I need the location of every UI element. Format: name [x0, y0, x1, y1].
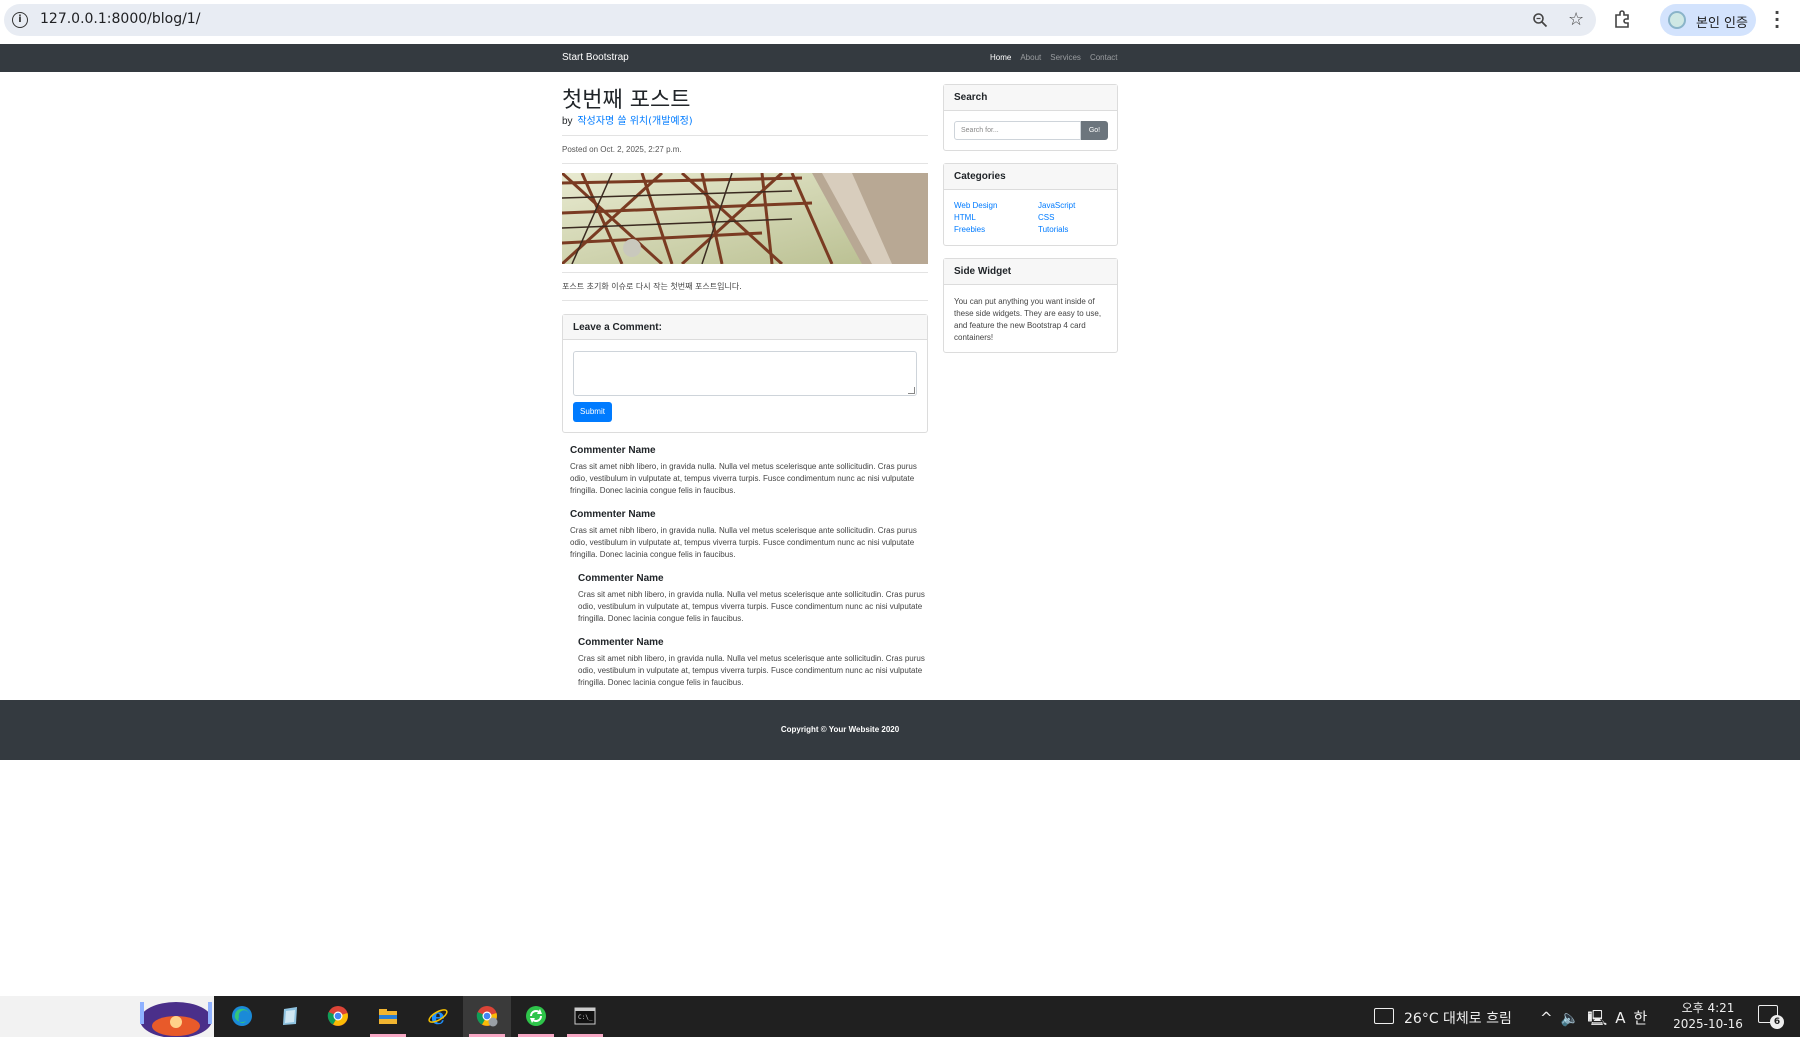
svg-text:e: e	[431, 1005, 445, 1027]
clock-date: 2025-10-16	[1673, 1017, 1743, 1031]
nav-link-services[interactable]: Services	[1050, 53, 1081, 62]
folder-icon	[379, 1009, 397, 1024]
author-link[interactable]: 작성자명 쓸 위치(개발예정)	[577, 116, 692, 127]
volume-icon[interactable]: 🔈	[1561, 1009, 1580, 1027]
taskbar-file-explorer[interactable]	[364, 996, 412, 1037]
terminal-icon: C:\_	[574, 1007, 596, 1025]
zoom-icon[interactable]	[1532, 12, 1548, 28]
comment-text: Cras sit amet nibh libero, in gravida nu…	[578, 590, 925, 623]
commenter-name: Commenter Name	[578, 573, 664, 584]
taskbar-edge[interactable]	[218, 996, 266, 1037]
comment-form-card: Leave a Comment: Submit	[562, 314, 928, 433]
search-input[interactable]: Search for...	[954, 121, 1081, 140]
nav-link-contact[interactable]: Contact	[1090, 53, 1118, 62]
refresh-app-icon	[526, 1006, 546, 1026]
post-body: 포스트 초기화 이슈로 다시 작는 첫번째 포스트입니다.	[562, 282, 742, 291]
address-bar[interactable]: i 127.0.0.1:8000/blog/1/ ☆	[4, 4, 1596, 36]
submit-button[interactable]: Submit	[573, 402, 612, 422]
ime-indicator[interactable]: 한	[1634, 1009, 1648, 1027]
search-widget-header: Search	[944, 85, 1117, 111]
post-date: Posted on Oct. 2, 2025, 2:27 p.m.	[562, 145, 682, 154]
network-icon[interactable]: 🖳	[1587, 1009, 1607, 1027]
comment-form-header: Leave a Comment:	[563, 315, 927, 340]
profile-label: 본인 인증	[1696, 16, 1748, 31]
chrome-profile-icon	[476, 1006, 498, 1027]
info-icon[interactable]: i	[12, 12, 28, 28]
categories-widget-header: Categories	[944, 164, 1117, 190]
taskbar-chrome-active[interactable]	[463, 996, 511, 1037]
category-list-left: Web Design HTML Freebies	[954, 200, 997, 236]
nav-link-about[interactable]: About	[1020, 53, 1041, 62]
comment-text: Cras sit amet nibh libero, in gravida nu…	[570, 526, 917, 559]
comment-item: Commenter Name Cras sit amet nibh libero…	[570, 509, 920, 561]
search-go-button[interactable]: Go!	[1081, 121, 1108, 140]
categories-widget: Categories Web Design HTML Freebies Java…	[943, 163, 1118, 246]
divider	[562, 163, 928, 164]
commenter-name: Commenter Name	[570, 509, 656, 520]
nav-link-home[interactable]: Home	[990, 53, 1011, 62]
address-url[interactable]: 127.0.0.1:8000/blog/1/	[40, 11, 200, 27]
category-list-right: JavaScript CSS Tutorials	[1038, 200, 1075, 236]
category-link-html[interactable]: HTML	[954, 212, 997, 224]
notepad-icon	[283, 1007, 297, 1025]
system-tray: ^ 🔈 🖳 A 한	[1540, 1007, 1655, 1033]
tray-chevron-icon[interactable]: ^	[1540, 1009, 1553, 1027]
windows-taskbar: e C:\_ 26°C 대체로 흐림 ^ 🔈 🖳 A 한 오후 4:21 202…	[0, 996, 1800, 1037]
taskbar-notepad[interactable]	[266, 996, 314, 1037]
taskbar-refresh-app[interactable]	[512, 996, 560, 1037]
extensions-icon[interactable]	[1612, 9, 1632, 29]
category-link-freebies[interactable]: Freebies	[954, 224, 997, 236]
site-footer: Copyright © Your Website 2020	[0, 700, 1800, 760]
search-widget: Search Search for... Go!	[943, 84, 1118, 151]
menu-kebab-icon[interactable]: · · ·	[1774, 5, 1780, 35]
taskbar-clock[interactable]: 오후 4:21 2025-10-16	[1668, 1000, 1748, 1032]
profile-avatar	[1668, 11, 1686, 29]
comment-reply-item: Commenter Name Cras sit amet nibh libero…	[578, 637, 928, 689]
byline-prefix: by	[562, 116, 573, 127]
comment-text: Cras sit amet nibh libero, in gravida nu…	[578, 654, 925, 687]
divider	[562, 272, 928, 273]
browser-toolbar: i 127.0.0.1:8000/blog/1/ ☆ 본인 인증 · · ·	[0, 0, 1800, 40]
taskbar-weather[interactable]: 26°C 대체로 흐림	[1404, 1008, 1512, 1028]
post-byline: by 작성자명 쓸 위치(개발예정)	[562, 112, 693, 127]
navbar-links: Home About Services Contact	[990, 53, 1127, 62]
post-title: 첫번째 포스트	[562, 88, 691, 113]
resize-grip-icon[interactable]	[908, 387, 915, 394]
taskbar-chrome[interactable]	[314, 996, 362, 1037]
category-link-web-design[interactable]: Web Design	[954, 200, 997, 212]
news-weather-icon[interactable]	[1374, 1008, 1394, 1024]
language-indicator[interactable]: A	[1615, 1009, 1625, 1027]
search-highlight-image	[140, 1002, 212, 1037]
notification-count: 6	[1770, 1015, 1784, 1029]
post-image	[562, 173, 928, 264]
divider	[562, 300, 928, 301]
site-navbar: Start Bootstrap Home About Services Contact	[0, 44, 1800, 72]
side-widget: Side Widget You can put anything you wan…	[943, 258, 1118, 353]
commenter-name: Commenter Name	[570, 445, 656, 456]
comment-item: Commenter Name Cras sit amet nibh libero…	[570, 445, 920, 497]
category-link-tutorials[interactable]: Tutorials	[1038, 224, 1075, 236]
taskbar-internet-explorer[interactable]: e	[414, 996, 462, 1037]
internet-explorer-icon: e	[428, 1005, 448, 1027]
navbar-brand[interactable]: Start Bootstrap	[562, 52, 629, 63]
comment-textarea[interactable]	[573, 351, 917, 396]
category-link-javascript[interactable]: JavaScript	[1038, 200, 1075, 212]
side-widget-header: Side Widget	[944, 259, 1117, 285]
comment-text: Cras sit amet nibh libero, in gravida nu…	[570, 462, 917, 495]
comment-reply-item: Commenter Name Cras sit amet nibh libero…	[578, 573, 928, 625]
footer-copyright: Copyright © Your Website 2020	[780, 725, 900, 734]
svg-text:C:\_: C:\_	[578, 1014, 593, 1021]
divider	[562, 135, 928, 136]
edge-icon	[232, 1006, 252, 1026]
profile-chip[interactable]: 본인 인증	[1660, 4, 1756, 36]
taskbar-terminal[interactable]: C:\_	[561, 996, 609, 1037]
clock-time: 오후 4:21	[1681, 1001, 1735, 1015]
commenter-name: Commenter Name	[578, 637, 664, 648]
taskbar-search-box[interactable]	[0, 996, 214, 1037]
side-widget-text: You can put anything you want inside of …	[954, 297, 1102, 342]
category-link-css[interactable]: CSS	[1038, 212, 1075, 224]
bookmark-star-icon[interactable]: ☆	[1568, 9, 1584, 30]
chrome-icon	[327, 1006, 348, 1026]
